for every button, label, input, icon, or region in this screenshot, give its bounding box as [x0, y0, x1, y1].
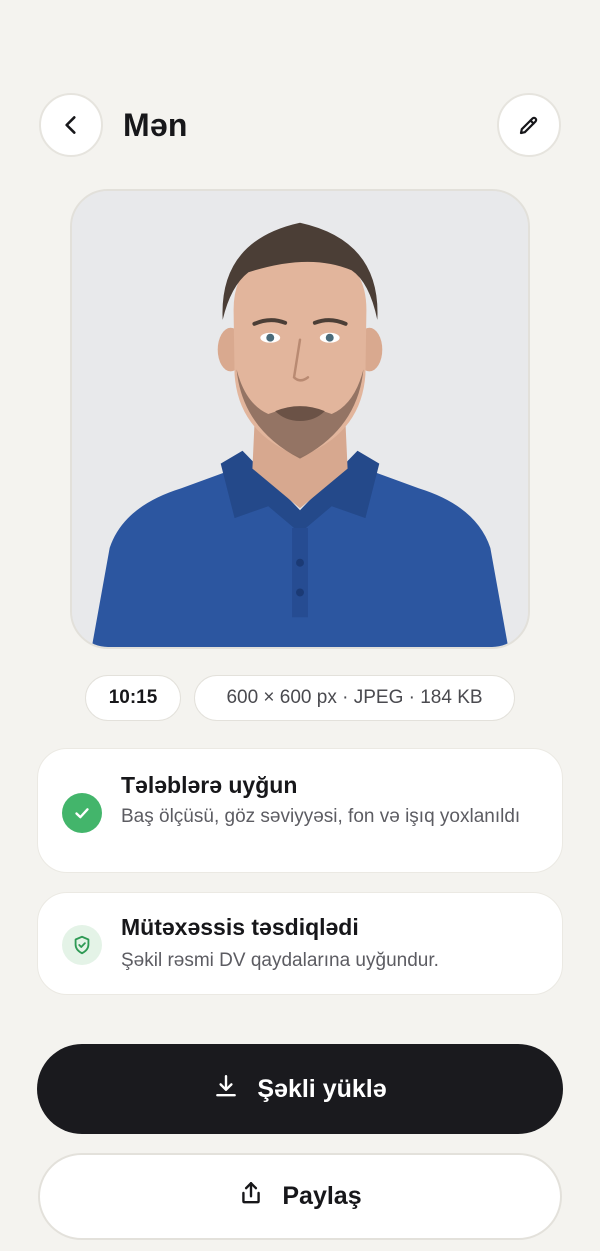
edit-button[interactable]	[497, 93, 561, 157]
download-label: Şəkli yüklə	[257, 1074, 387, 1103]
pencil-icon	[517, 113, 541, 137]
share-icon	[238, 1180, 264, 1213]
expert-approval-card: Mütəxəssis təsdiqlədi Şəkil rəsmi DV qay…	[37, 892, 563, 995]
chevron-left-icon	[58, 112, 84, 138]
file-info-badge: 600 × 600 px · JPEG · 184 KB	[194, 675, 515, 721]
time-badge: 10:15	[85, 675, 181, 721]
download-photo-button[interactable]: Şəkli yüklə	[37, 1044, 563, 1134]
expert-title: Mütəxəssis təsdiqlədi	[121, 914, 359, 940]
shield-check-icon	[62, 925, 102, 965]
share-label: Paylaş	[282, 1182, 362, 1210]
requirements-title: Tələblərə uyğun	[121, 772, 298, 798]
expert-description: Şəkil rəsmi DV qaydalarına uyğundur.	[121, 950, 439, 971]
download-icon	[213, 1073, 239, 1106]
back-button[interactable]	[39, 93, 103, 157]
check-circle-icon	[62, 793, 102, 833]
portrait-illustration	[72, 191, 528, 647]
share-button[interactable]: Paylaş	[38, 1153, 562, 1240]
requirements-description: Baş ölçüsü, göz səviyyəsi, fon və işıq y…	[121, 806, 521, 827]
portrait-photo[interactable]	[70, 189, 530, 649]
requirements-card: Tələblərə uyğun Baş ölçüsü, göz səviyyəs…	[37, 748, 563, 873]
page-title: Mən	[123, 107, 188, 143]
photo-detail-screen: Mən 10:15 600 × 600 px · JPEG · 184 KB T…	[0, 0, 600, 1251]
